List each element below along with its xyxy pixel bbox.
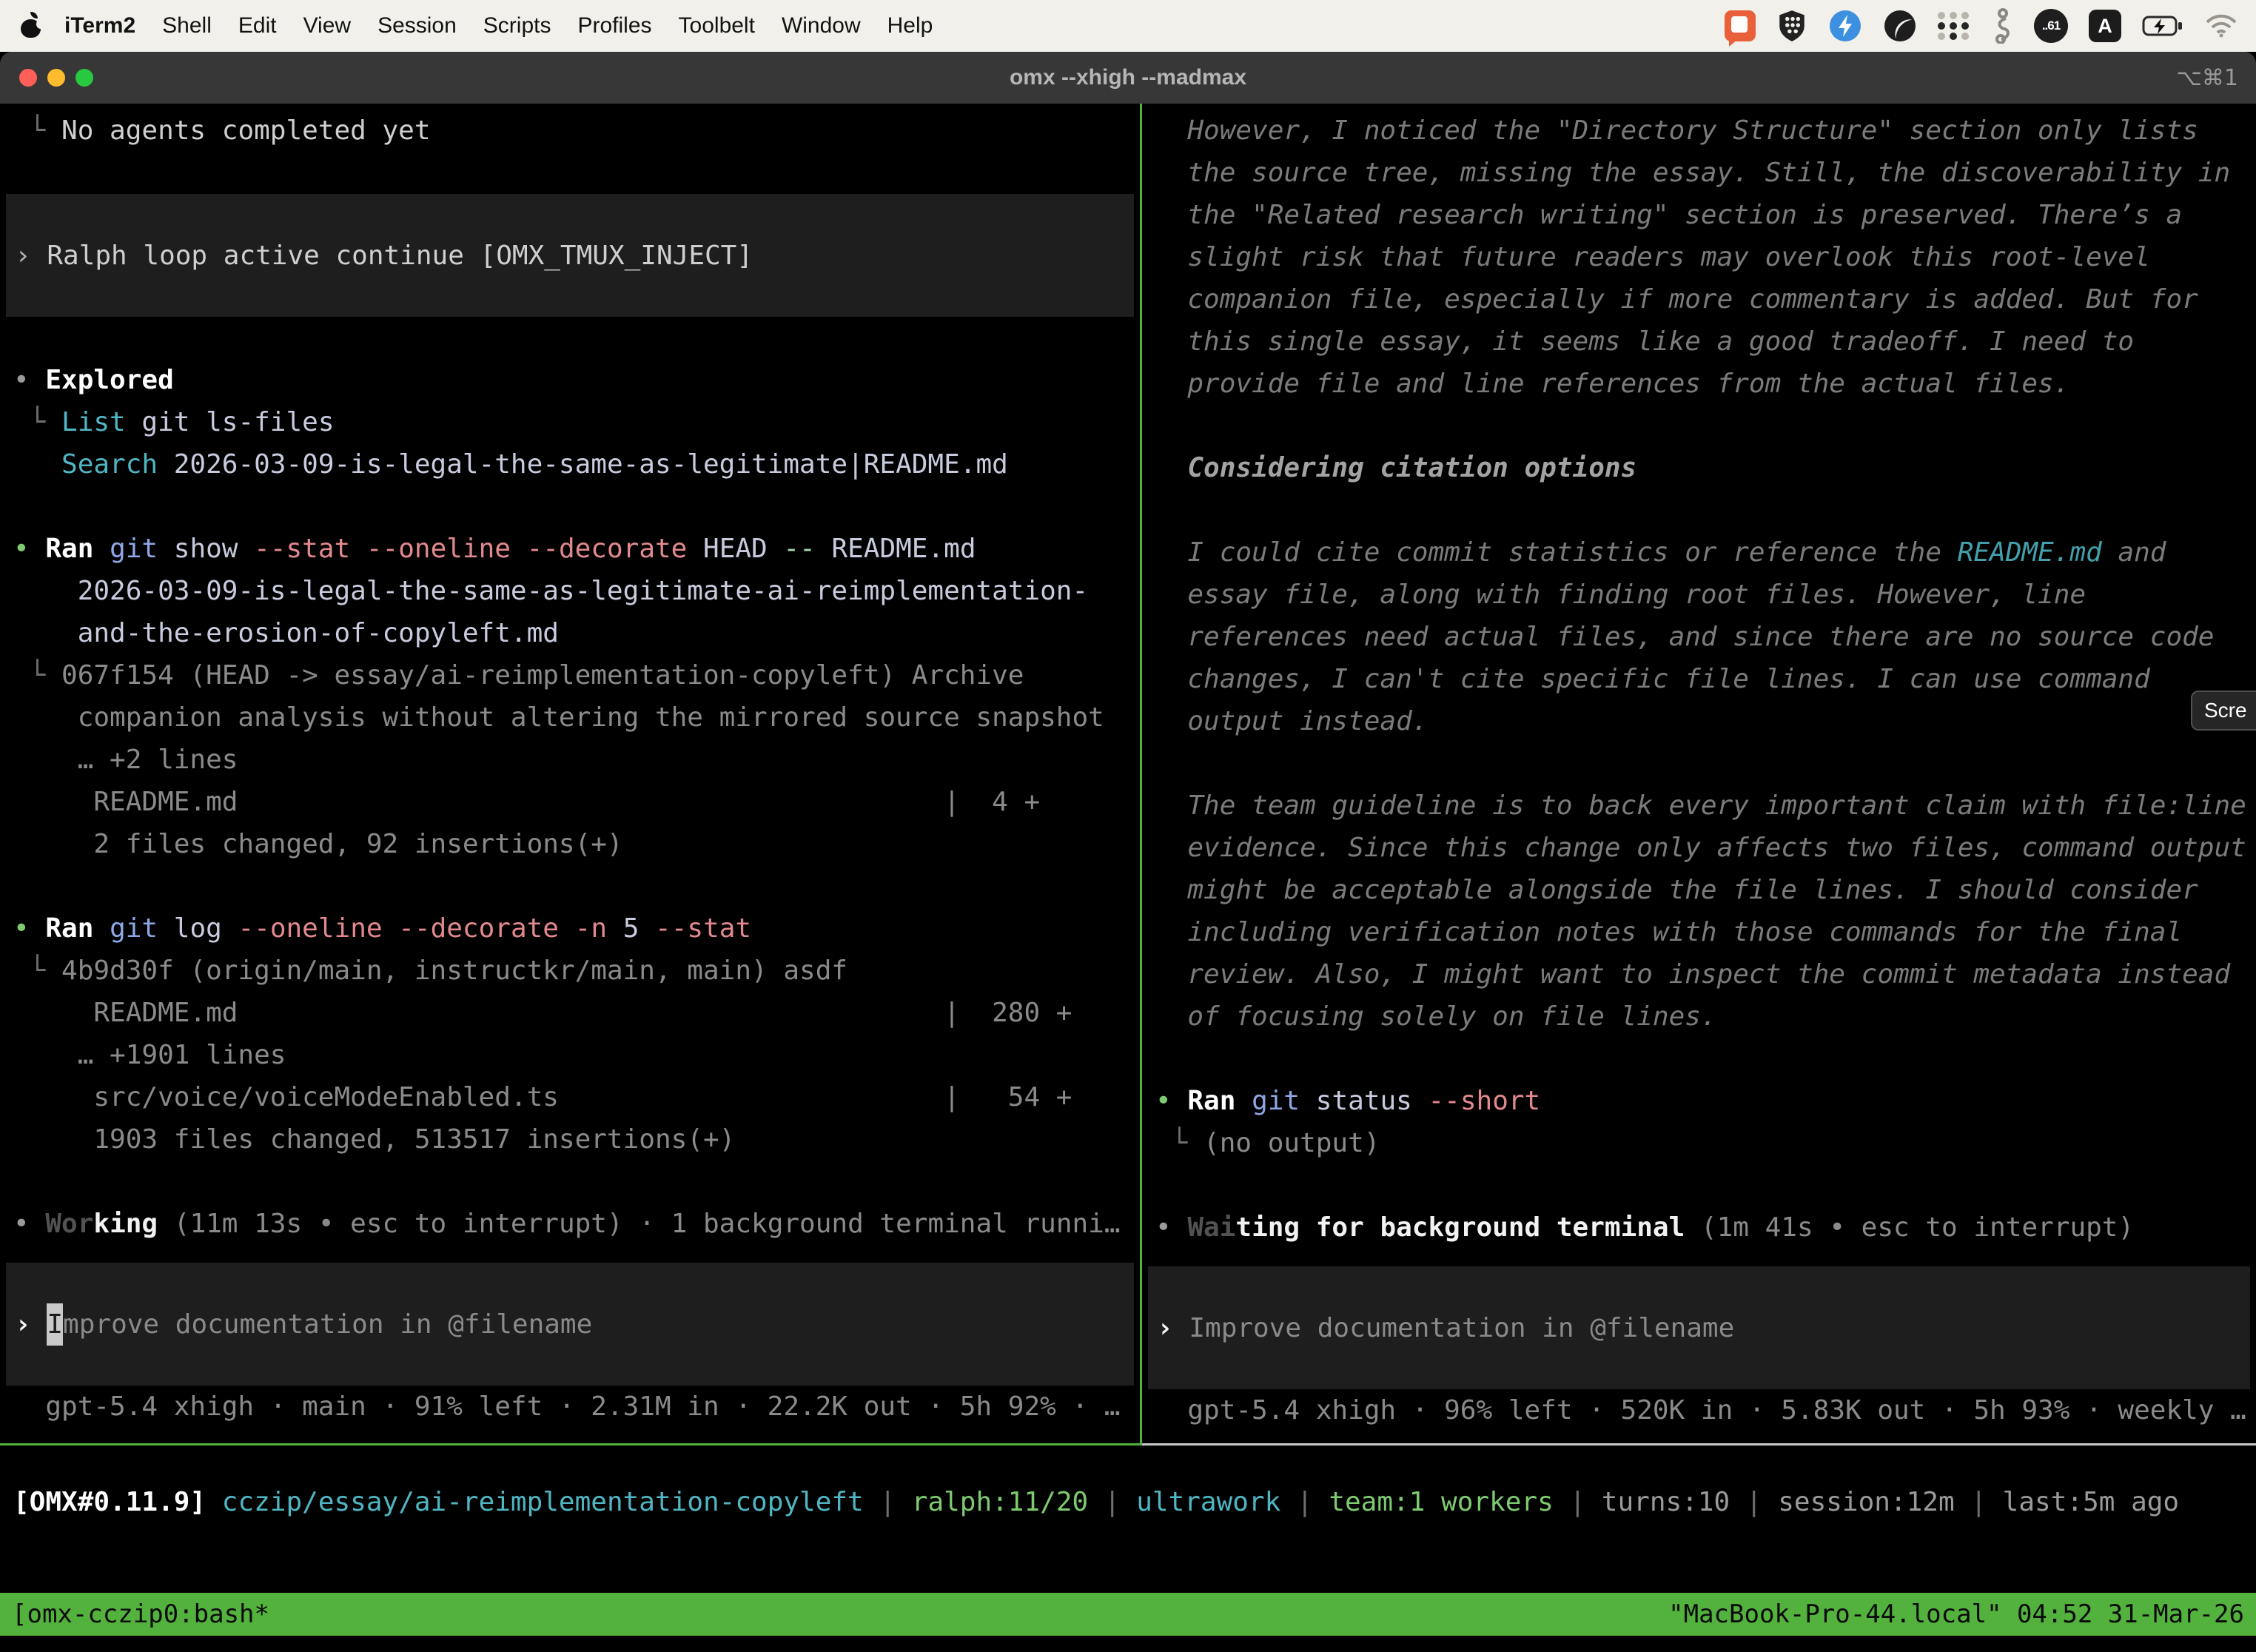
prompt-input[interactable]: › Improve documentation in @filename [1148,1266,2250,1389]
screen-share-tooltip[interactable]: Scre [2191,691,2256,731]
window-title: omx --xhigh --madmax [0,52,2256,104]
timer-icon[interactable]: ..61 [2034,9,2068,43]
terminal-line: evidence. Since this change only affects… [1142,827,2256,869]
terminal-line: README.md | 4 + [0,781,1140,823]
terminal-line: Considering citation options [1142,447,2256,489]
terminal-line: 2 files changed, 92 insertions(+) [0,823,1140,865]
shield-icon[interactable] [1776,9,1807,43]
menu-status-icons: ..61 A [1725,8,2256,44]
menu-item-iterm2[interactable]: iTerm2 [51,13,149,38]
menu-bar: iTerm2ShellEditViewSessionScriptsProfile… [0,0,2256,52]
terminal-line: … +1901 lines [0,1034,1140,1076]
terminal-line: 1903 files changed, 513517 insertions(+) [0,1118,1140,1161]
apple-menu-icon[interactable] [21,14,41,38]
terminal-line: … +2 lines [0,739,1140,781]
tmux-status-bar: [omx-cczip0:bash* "MacBook-Pro-44.local"… [0,1593,2256,1636]
terminal-line: review. Also, I might want to inspect th… [1142,953,2256,995]
menu-item-scripts[interactable]: Scripts [470,13,565,38]
terminal-line: essay file, along with finding root file… [1142,574,2256,616]
right-terminal-pane[interactable]: However, I noticed the "Directory Struct… [1142,104,2256,1446]
lightning-icon[interactable] [1828,9,1862,43]
terminal-line: output instead. [1142,700,2256,742]
chat-badge-icon[interactable] [1725,10,1756,41]
prompt-input[interactable]: › Ralph loop active continue [OMX_TMUX_I… [6,194,1134,317]
dots-grid-icon[interactable] [1938,12,1970,40]
terminal-line: README.md | 280 + [0,992,1140,1034]
terminal-line: changes, I can't cite specific file line… [1142,658,2256,700]
menu-item-toolbelt[interactable]: Toolbelt [665,13,768,38]
terminal-line: The team guideline is to back every impo… [1142,785,2256,827]
terminal-line: gpt-5.4 xhigh · main · 91% left · 2.31M … [0,1386,1140,1428]
terminal-line: └ 4b9d30f (origin/main, instructkr/main,… [0,950,1140,992]
terminal-line [0,317,1140,359]
terminal-line: slight risk that future readers may over… [1142,236,2256,278]
window-shortcut-badge: ⌥⌘1 [2176,52,2238,104]
tmux-session-label: [omx-cczip0:bash* [12,1599,269,1629]
terminal-line: companion analysis without altering the … [0,696,1140,739]
figure-icon[interactable] [1991,8,2013,44]
terminal-line: the source tree, missing the essay. Stil… [1142,152,2256,194]
window-title-bar: omx --xhigh --madmax ⌥⌘1 [0,52,2256,104]
terminal-line: src/voice/voiceModeEnabled.ts | 54 + [0,1076,1140,1118]
terminal-line: this single essay, it seems like a good … [1142,320,2256,363]
terminal-line: might be acceptable alongside the file l… [1142,869,2256,911]
terminal-line: including verification notes with those … [1142,911,2256,953]
left-terminal-pane[interactable]: └ No agents completed yet › Ralph loop a… [0,104,1140,1446]
terminal-line: gpt-5.4 xhigh · 96% left · 520K in · 5.8… [1142,1389,2256,1431]
wifi-icon[interactable] [2204,13,2238,38]
terminal-line [0,865,1140,907]
terminal-line: • Ran git show --stat --oneline --decora… [0,528,1140,570]
terminal-line: I could cite commit statistics or refere… [1142,531,2256,574]
crescent-icon[interactable] [1883,9,1917,43]
menu-items: iTerm2ShellEditViewSessionScriptsProfile… [51,13,946,38]
menu-item-window[interactable]: Window [768,13,874,38]
terminal-line: 2026-03-09-is-legal-the-same-as-legitima… [0,570,1140,612]
terminal-line: • Ran git log --oneline --decorate -n 5 … [0,907,1140,950]
terminal-line [1142,405,2256,447]
terminal-line: └ No agents completed yet [0,110,1140,152]
terminal-line: the "Related research writing" section i… [1142,194,2256,236]
terminal-line: └ (no output) [1142,1122,2256,1164]
menu-item-edit[interactable]: Edit [225,13,290,38]
terminal-line: • Ran git status --short [1142,1080,2256,1122]
terminal-line: Search 2026-03-09-is-legal-the-same-as-l… [0,443,1140,486]
terminal-line: • Explored [0,359,1140,401]
terminal-line [0,152,1140,194]
omx-status-zone: [OMX#0.11.9] cczip/essay/ai-reimplementa… [0,1446,2256,1593]
terminal-line [1142,1038,2256,1080]
terminal-line: └ 067f154 (HEAD -> essay/ai-reimplementa… [0,654,1140,696]
terminal-line: However, I noticed the "Directory Struct… [1142,110,2256,152]
omx-status-line: [OMX#0.11.9] cczip/essay/ai-reimplementa… [0,1446,2256,1517]
prompt-input[interactable]: › Improve documentation in @filename [6,1263,1134,1386]
terminal-line: references need actual files, and since … [1142,616,2256,658]
terminal-line: └ List git ls-files [0,401,1140,443]
terminal-line [1142,742,2256,785]
a-key-icon[interactable]: A [2089,10,2121,42]
terminal-line: companion file, especially if more comme… [1142,278,2256,320]
terminal-line: provide file and line references from th… [1142,363,2256,405]
terminal-line: and-the-erosion-of-copyleft.md [0,612,1140,654]
menu-item-shell[interactable]: Shell [149,13,225,38]
terminal-line: of focusing solely on file lines. [1142,995,2256,1038]
menu-item-view[interactable]: View [290,13,364,38]
menu-item-help[interactable]: Help [874,13,947,38]
terminal-line [0,1161,1140,1203]
terminal-line [0,486,1140,528]
terminal-line: • Waiting for background terminal (1m 41… [1142,1206,2256,1249]
battery-charging-icon[interactable] [2142,15,2183,37]
terminal-line [1142,1164,2256,1206]
tmux-host-clock-label: "MacBook-Pro-44.local" 04:52 31-Mar-26 [1668,1599,2244,1629]
menu-item-profiles[interactable]: Profiles [564,13,665,38]
terminal-content: └ No agents completed yet › Ralph loop a… [0,104,2256,1446]
menu-item-session[interactable]: Session [364,13,470,38]
terminal-line [1142,489,2256,531]
terminal-line: • Working (11m 13s • esc to interrupt) ·… [0,1203,1140,1245]
